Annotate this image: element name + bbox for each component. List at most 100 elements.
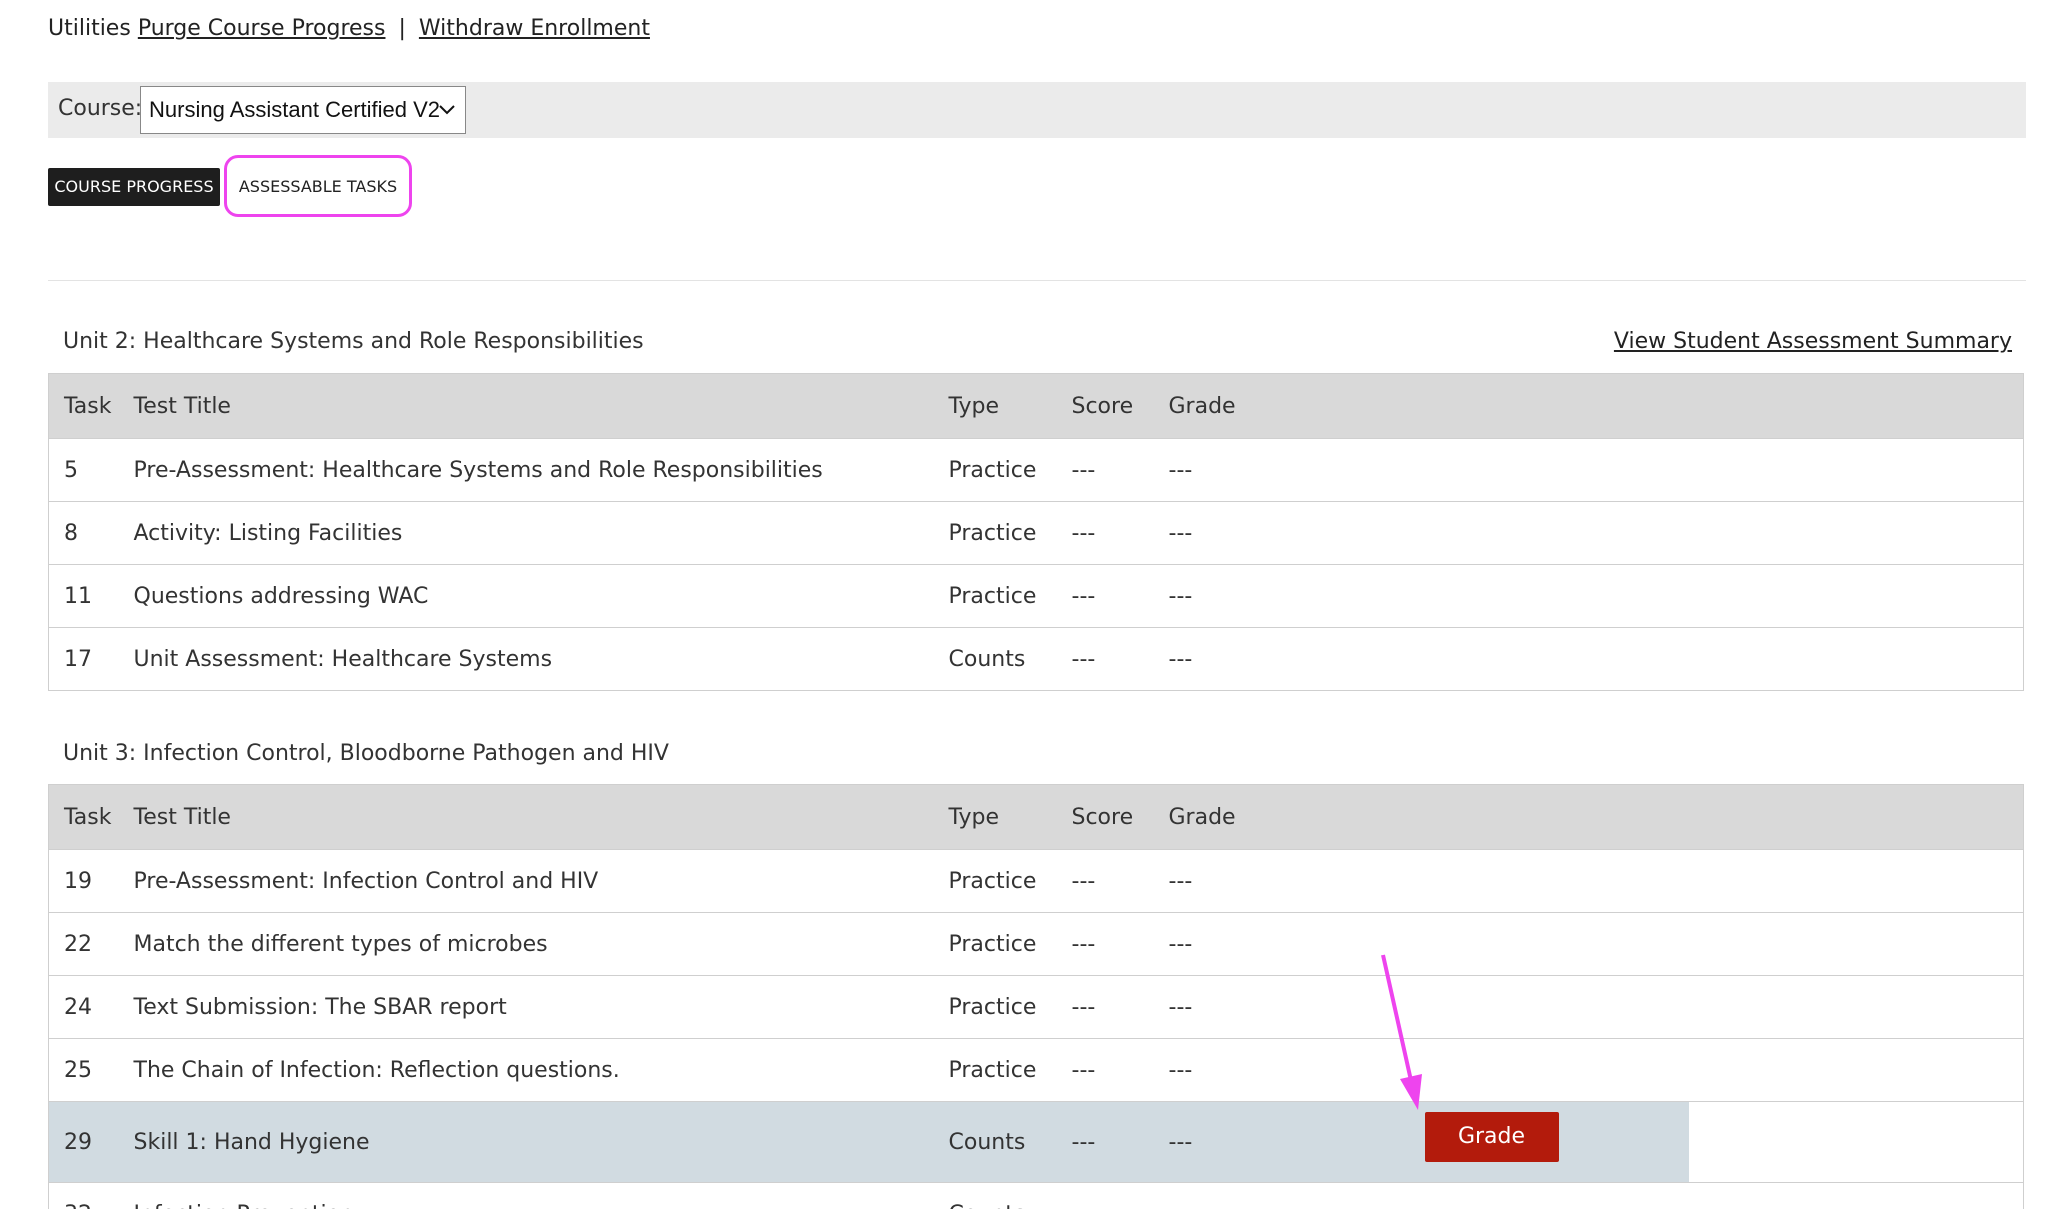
action-cell [1296, 1182, 1689, 1209]
test-type: Practice [948, 438, 1072, 502]
table-row[interactable]: 25 The Chain of Infection: Reflection qu… [48, 1038, 2024, 1102]
test-title: Pre-Assessment: Healthcare Systems and R… [133, 438, 949, 502]
column-header-blank [1688, 373, 2024, 439]
test-type: Practice [948, 501, 1072, 565]
blank-cell [1688, 975, 2024, 1039]
tab-course-progress[interactable]: COURSE PROGRESS [48, 168, 220, 206]
task-number: 22 [48, 912, 134, 976]
action-cell [1296, 564, 1689, 628]
table-row[interactable]: 19 Pre-Assessment: Infection Control and… [48, 849, 2024, 913]
column-header-grade: Grade [1168, 784, 1297, 850]
column-header-task: Task [48, 373, 134, 439]
test-title: Questions addressing WAC [133, 564, 949, 628]
column-header-score: Score [1071, 373, 1169, 439]
grade-button[interactable]: Grade [1424, 1112, 1559, 1162]
action-cell [1296, 438, 1689, 502]
table-row[interactable]: 11 Questions addressing WAC Practice ---… [48, 564, 2024, 628]
test-score: --- [1071, 849, 1169, 913]
task-number: 11 [48, 564, 134, 628]
test-type: Counts [948, 1182, 1072, 1209]
unit-2-title: Unit 2: Healthcare Systems and Role Resp… [63, 329, 644, 354]
table-row[interactable]: 17 Unit Assessment: Healthcare Systems C… [48, 627, 2024, 691]
utilities-separator: | [398, 16, 406, 41]
test-score: --- [1071, 1038, 1169, 1102]
table-row[interactable]: 22 Match the different types of microbes… [48, 912, 2024, 976]
chevron-down-icon [439, 105, 455, 115]
test-score: --- [1071, 912, 1169, 976]
column-header-grade: Grade [1168, 373, 1297, 439]
test-title: Pre-Assessment: Infection Control and HI… [133, 849, 949, 913]
action-cell [1296, 849, 1689, 913]
blank-cell [1688, 912, 2024, 976]
test-title: Activity: Listing Facilities [133, 501, 949, 565]
unit-3-table: Task Test Title Type Score Grade 19 Pre-… [48, 784, 2024, 1209]
divider [48, 280, 2026, 281]
test-grade [1168, 1182, 1297, 1209]
blank-cell [1688, 501, 2024, 565]
column-header-action [1296, 373, 1689, 439]
test-score: --- [1071, 627, 1169, 691]
task-number: 32 [48, 1182, 134, 1209]
blank-cell [1688, 1182, 2024, 1209]
test-grade: --- [1168, 1038, 1297, 1102]
unit-3-title: Unit 3: Infection Control, Bloodborne Pa… [63, 741, 669, 766]
test-score: --- [1071, 438, 1169, 502]
action-cell [1296, 501, 1689, 565]
blank-cell [1688, 564, 2024, 628]
column-header-score: Score [1071, 784, 1169, 850]
table-header-row: Task Test Title Type Score Grade [48, 784, 2024, 850]
test-grade: --- [1168, 1101, 1297, 1183]
tab-assessable-tasks[interactable]: ASSESSABLE TASKS [236, 168, 400, 206]
column-header-task: Task [48, 784, 134, 850]
test-title: The Chain of Infection: Reflection quest… [133, 1038, 949, 1102]
column-header-type: Type [948, 373, 1072, 439]
test-title: Skill 1: Hand Hygiene [133, 1101, 949, 1183]
test-title: Infection Prevention [133, 1182, 949, 1209]
task-number: 19 [48, 849, 134, 913]
view-student-assessment-summary-link[interactable]: View Student Assessment Summary [1614, 327, 2012, 357]
task-number: 5 [48, 438, 134, 502]
test-type: Practice [948, 912, 1072, 976]
test-score [1071, 1182, 1169, 1209]
test-score: --- [1071, 975, 1169, 1039]
test-grade: --- [1168, 438, 1297, 502]
test-grade: --- [1168, 564, 1297, 628]
test-grade: --- [1168, 912, 1297, 976]
task-number: 25 [48, 1038, 134, 1102]
column-header-blank [1688, 784, 2024, 850]
test-score: --- [1071, 1101, 1169, 1183]
course-select[interactable]: Nursing Assistant Certified V2 [140, 86, 466, 134]
withdraw-enrollment-link[interactable]: Withdraw Enrollment [419, 16, 650, 41]
table-header-row: Task Test Title Type Score Grade [48, 373, 2024, 439]
test-type: Practice [948, 564, 1072, 628]
table-row[interactable]: 24 Text Submission: The SBAR report Prac… [48, 975, 2024, 1039]
blank-cell [1688, 1038, 2024, 1102]
test-type: Practice [948, 975, 1072, 1039]
table-row[interactable]: 5 Pre-Assessment: Healthcare Systems and… [48, 438, 2024, 502]
table-row[interactable]: 8 Activity: Listing Facilities Practice … [48, 501, 2024, 565]
task-number: 8 [48, 501, 134, 565]
test-score: --- [1071, 564, 1169, 628]
task-number: 17 [48, 627, 134, 691]
column-header-type: Type [948, 784, 1072, 850]
task-number: 24 [48, 975, 134, 1039]
course-selected-value: Nursing Assistant Certified V2 [149, 97, 441, 122]
annotation-arrow-icon [1381, 954, 1422, 1110]
task-number: 29 [48, 1101, 134, 1183]
blank-cell [1688, 438, 2024, 502]
table-row[interactable]: 32 Infection Prevention Counts [48, 1182, 2024, 1209]
utilities-bar: Utilities Purge Course Progress | Withdr… [48, 14, 650, 44]
action-cell [1296, 627, 1689, 691]
column-header-title: Test Title [133, 373, 949, 439]
column-header-title: Test Title [133, 784, 949, 850]
test-type: Practice [948, 1038, 1072, 1102]
utilities-label: Utilities [48, 16, 131, 41]
test-title: Text Submission: The SBAR report [133, 975, 949, 1039]
table-row-highlighted[interactable]: 29 Skill 1: Hand Hygiene Counts --- --- … [48, 1101, 2024, 1183]
blank-cell [1688, 849, 2024, 913]
test-score: --- [1071, 501, 1169, 565]
purge-course-progress-link[interactable]: Purge Course Progress [138, 16, 386, 41]
test-grade: --- [1168, 975, 1297, 1039]
column-header-action [1296, 784, 1689, 850]
test-type: Practice [948, 849, 1072, 913]
